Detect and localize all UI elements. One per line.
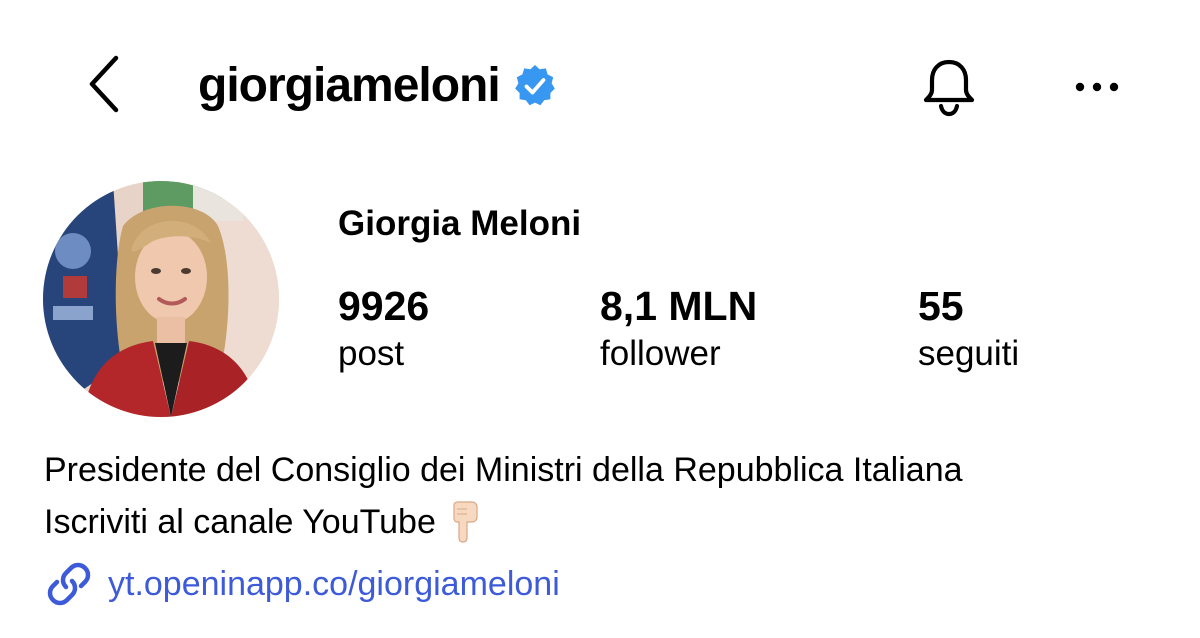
followers-count: 8,1 MLN: [600, 283, 758, 329]
followers-label: follower: [600, 334, 721, 373]
followers-stat[interactable]: 8,1 MLN follower: [600, 283, 757, 375]
bio-line-1: Presidente del Consiglio dei Ministri de…: [44, 451, 963, 489]
verified-badge-icon: [512, 63, 558, 109]
chevron-left-icon: [89, 55, 119, 113]
bell-icon: [923, 59, 975, 117]
profile-header: giorgiameloni: [0, 0, 1200, 170]
posts-count: 9926: [338, 283, 430, 329]
notifications-button[interactable]: [916, 54, 982, 120]
link-icon: [44, 559, 94, 609]
bio-link-text[interactable]: yt.openinapp.co/giorgiameloni: [108, 562, 560, 606]
following-count: 55: [918, 283, 964, 329]
following-label: seguiti: [918, 334, 1020, 373]
more-options-button[interactable]: [1068, 58, 1126, 116]
pointing-down-hand-icon: [444, 500, 484, 544]
back-button[interactable]: [78, 48, 130, 120]
bio-link[interactable]: yt.openinapp.co/giorgiameloni: [44, 558, 560, 610]
more-horizontal-icon: [1075, 82, 1119, 92]
bio-line-2: Iscriviti al canale YouTube: [44, 503, 436, 541]
bio-line-2-row: Iscriviti al canale YouTube: [44, 500, 484, 544]
username: giorgiameloni: [198, 59, 501, 112]
posts-stat[interactable]: 9926 post: [338, 283, 429, 375]
profile-avatar[interactable]: [43, 181, 279, 417]
following-stat[interactable]: 55 seguiti: [918, 283, 1019, 375]
profile-full-name: Giorgia Meloni: [338, 204, 582, 243]
username-title: giorgiameloni: [198, 54, 558, 118]
posts-label: post: [338, 334, 405, 373]
avatar-photo: [43, 181, 279, 417]
